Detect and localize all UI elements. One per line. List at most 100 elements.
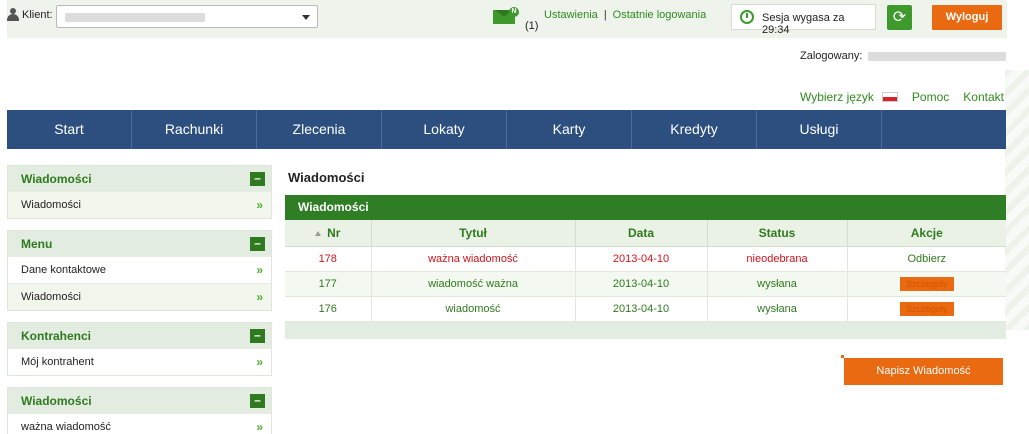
logout-button[interactable]: Wyloguj [932,5,1002,30]
panel-title: Wiadomości [285,195,1006,220]
double-chevron-right-icon: » [256,263,263,277]
nav-rachunki[interactable]: Rachunki [132,110,257,149]
client-label: Klient: [7,8,53,21]
table-row[interactable]: 178 ważna wiadomość 2013-04-10 nieodebra… [285,246,1006,272]
language-link[interactable]: Wybierz język [800,90,874,104]
sidebar-group-title: Kontrahenci [21,328,92,343]
cell-action: Szczegóły [847,296,1006,322]
double-chevron-right-icon: » [256,355,263,369]
column-header-actions: Akcje [847,220,1006,247]
cell-status: wysłana [707,271,848,297]
sidebar-item-messages[interactable]: Wiadomości » [8,283,271,310]
nav-uslugi[interactable]: Usługi [757,110,882,149]
collapse-icon[interactable]: – [250,236,265,251]
sidebar-group-title: Menu [21,236,53,251]
sidebar-item-label: Wiadomości [21,291,81,303]
client-label-text: Klient: [22,8,53,21]
sidebar: Wiadomości – Wiadomości » Menu – Dane ko… [7,165,272,434]
nav-kredyty[interactable]: Kredyty [632,110,757,149]
column-header-nr[interactable]: Nr [285,220,372,247]
chevron-down-icon [302,15,310,20]
stopwatch-icon [740,10,754,24]
cell-action: Odbierz [847,246,1006,272]
link-separator: | [603,9,607,21]
panel-footer [285,321,1006,339]
sidebar-group-header[interactable]: Menu – [8,231,271,256]
client-name-redacted [65,13,205,22]
collapse-icon[interactable]: – [250,171,265,186]
logged-in-label: Zalogowany: [800,50,863,62]
nav-karty[interactable]: Karty [507,110,632,149]
sort-asc-icon [315,231,322,237]
cell-date: 2013-04-10 [575,246,708,272]
column-header-title[interactable]: Tytuł [371,220,576,247]
user-icon [7,8,19,21]
polish-flag-icon[interactable] [881,92,898,102]
receive-link[interactable]: Odbierz [907,253,946,265]
column-header-label: Nr [327,225,341,240]
sidebar-group-header[interactable]: Kontrahenci – [8,323,271,348]
column-header-date[interactable]: Data [575,220,708,247]
top-links: Ustawienia | Ostatnie logowania [544,9,706,21]
sidebar-group-menu: Menu – Dane kontaktowe » Wiadomości » [7,230,272,311]
sidebar-item-messages[interactable]: Wiadomości » [8,191,271,218]
settings-link[interactable]: Ustawienia [544,9,598,21]
cell-title: wiadomość ważna [371,271,576,297]
sidebar-item-contact-data[interactable]: Dane kontaktowe » [8,256,271,283]
sidebar-group-title: Wiadomości [21,171,92,186]
sidebar-item-label: ważna wiadomość [21,421,111,433]
sidebar-group-header[interactable]: Wiadomości – [8,166,271,191]
messages-panel: Wiadomości Nr Tytuł Data Status Akcje 17… [285,195,1006,339]
table-row[interactable]: 176 wiadomość 2013-04-10 wysłana Szczegó… [285,296,1006,322]
page-title: Wiadomości [288,170,365,185]
messages-table: Nr Tytuł Data Status Akcje 178 ważna wia… [285,220,1006,322]
cell-date: 2013-04-10 [575,296,708,322]
cell-status: wysłana [707,296,848,322]
double-chevron-right-icon: » [256,420,263,434]
sidebar-group-messages-2: Wiadomości – ważna wiadomość » [7,387,272,434]
collapse-icon[interactable]: – [250,393,265,408]
details-button[interactable]: Szczegóły [899,301,954,316]
cell-nr: 178 [285,246,372,272]
top-bar: Klient: N (1) Ustawienia | Ostatnie logowa… [7,0,1007,38]
user-name-redacted [868,51,1007,61]
cell-action: Szczegóły [847,271,1006,297]
client-select[interactable] [56,5,318,28]
sidebar-group-contractors: Kontrahenci – Mój kontrahent » [7,322,272,376]
collapse-icon[interactable]: – [250,328,265,343]
last-logins-link[interactable]: Ostatnie logowania [613,9,707,21]
help-link[interactable]: Pomoc [912,90,949,104]
session-text: Sesja wygasa za 29:34 [762,12,845,36]
mail-icon[interactable]: N [493,7,519,24]
sidebar-item-important-message[interactable]: ważna wiadomość » [8,413,271,434]
logged-in-info: Zalogowany: [800,50,1007,62]
nav-lokaty[interactable]: Lokaty [382,110,507,149]
background-decoration [1005,70,1029,330]
refresh-session-button[interactable]: ⟳ [887,5,912,30]
sidebar-item-my-contractor[interactable]: Mój kontrahent » [8,348,271,375]
details-button[interactable]: Szczegóły [899,276,954,291]
column-header-status[interactable]: Status [707,220,848,247]
sidebar-group-header[interactable]: Wiadomości – [8,388,271,413]
nav-start[interactable]: Start [7,110,132,149]
cell-nr: 176 [285,296,372,322]
contact-link[interactable]: Kontakt [963,90,1004,104]
sidebar-group-title: Wiadomości [21,393,92,408]
main-nav: Start Rachunki Zlecenia Lokaty Karty Kre… [7,110,1006,149]
sidebar-group-messages: Wiadomości – Wiadomości » [7,165,272,219]
table-header-row: Nr Tytuł Data Status Akcje [285,220,1006,247]
mail-count: (1) [525,20,539,32]
table-row[interactable]: 177 wiadomość ważna 2013-04-10 wysłana S… [285,271,1006,297]
cell-date: 2013-04-10 [575,271,708,297]
sidebar-item-label: Mój kontrahent [21,356,94,368]
write-message-button[interactable]: Napisz Wiadomość [841,355,1003,385]
cell-status: nieodebrana [707,246,848,272]
nav-zlecenia[interactable]: Zlecenia [257,110,382,149]
cell-title: wiadomość [371,296,576,322]
utility-links: Wybierz język Pomoc Kontakt [800,90,1018,104]
double-chevron-right-icon: » [256,290,263,304]
sidebar-item-label: Wiadomości [21,199,81,211]
refresh-icon: ⟳ [892,9,907,26]
new-badge: N [509,7,519,17]
